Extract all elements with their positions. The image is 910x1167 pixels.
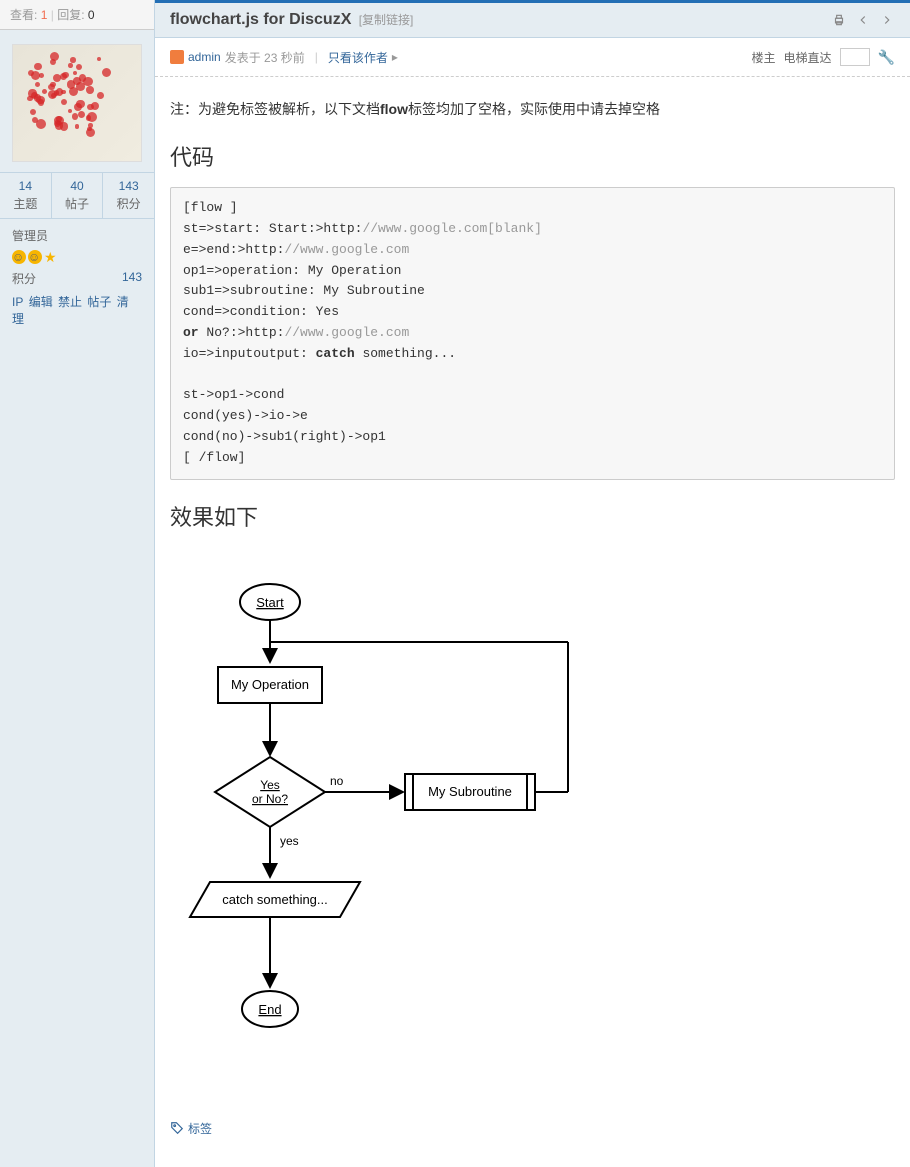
flowchart-diagram: Start My Operation Yes or No? yes no bbox=[170, 547, 895, 1110]
user-avatar[interactable] bbox=[12, 44, 142, 162]
svg-text:My Operation: My Operation bbox=[231, 677, 309, 692]
user-role: 管理员 bbox=[12, 227, 142, 244]
stat-topics[interactable]: 14主题 bbox=[0, 173, 52, 218]
note-text: 注：为避免标签被解析，以下文档flow标签均加了空格，实际使用中请去掉空格 bbox=[170, 97, 895, 122]
svg-text:Start: Start bbox=[256, 595, 284, 610]
badge-icon: ☺ bbox=[12, 250, 26, 264]
user-icon bbox=[170, 50, 184, 64]
svg-text:catch something...: catch something... bbox=[222, 892, 328, 907]
svg-text:Yes: Yes bbox=[260, 778, 280, 792]
mod-links: IP 编辑 禁止 帖子 清理 bbox=[12, 293, 142, 327]
stat-points[interactable]: 143积分 bbox=[103, 173, 154, 218]
svg-text:End: End bbox=[258, 1002, 281, 1017]
svg-text:no: no bbox=[330, 774, 344, 788]
stat-posts[interactable]: 40帖子 bbox=[52, 173, 104, 218]
prev-icon[interactable] bbox=[855, 12, 871, 28]
chevron-right-icon[interactable]: ▸ bbox=[392, 50, 398, 64]
mod-posts[interactable]: 帖子 bbox=[87, 295, 111, 309]
wrench-icon[interactable]: 🔧 bbox=[878, 49, 895, 66]
svg-text:My Subroutine: My Subroutine bbox=[428, 784, 512, 799]
svg-text:yes: yes bbox=[280, 834, 299, 848]
floor-label[interactable]: 楼主 bbox=[752, 49, 776, 66]
user-badges: ☺ ☺ ★ bbox=[12, 250, 142, 264]
mod-ip[interactable]: IP bbox=[12, 295, 23, 309]
score-label: 积分 bbox=[12, 270, 36, 287]
svg-text:or No?: or No? bbox=[252, 792, 288, 806]
code-block: [flow ] st=>start: Start:>http://www.goo… bbox=[170, 187, 895, 479]
thread-stats: 查看: 1 | 回复: 0 bbox=[0, 0, 154, 30]
section-effect-title: 效果如下 bbox=[170, 500, 895, 532]
elevator-label: 电梯直达 bbox=[784, 49, 832, 66]
elevator-input[interactable] bbox=[840, 48, 870, 66]
next-icon[interactable] bbox=[879, 12, 895, 28]
mod-edit[interactable]: 编辑 bbox=[29, 295, 53, 309]
only-author-link[interactable]: 只看该作者 bbox=[328, 49, 388, 66]
author-sidebar: 查看: 1 | 回复: 0 14主题 40帖子 143积分 管理员 ☺ ☺ ★ … bbox=[0, 0, 155, 1167]
copy-link[interactable]: [复制链接] bbox=[359, 13, 414, 27]
print-icon[interactable] bbox=[831, 12, 847, 28]
post-time: 发表于 23 秒前 bbox=[225, 49, 305, 66]
badge-icon: ☺ bbox=[28, 250, 42, 264]
mod-ban[interactable]: 禁止 bbox=[58, 295, 82, 309]
score-value: 143 bbox=[122, 270, 142, 287]
thread-title: flowchart.js for DiscuzX bbox=[170, 11, 351, 28]
post-author[interactable]: admin bbox=[188, 50, 221, 64]
section-code-title: 代码 bbox=[170, 140, 895, 172]
tag-icon bbox=[170, 1121, 184, 1135]
star-icon: ★ bbox=[44, 250, 58, 264]
tag-link[interactable]: 标签 bbox=[188, 1120, 212, 1137]
